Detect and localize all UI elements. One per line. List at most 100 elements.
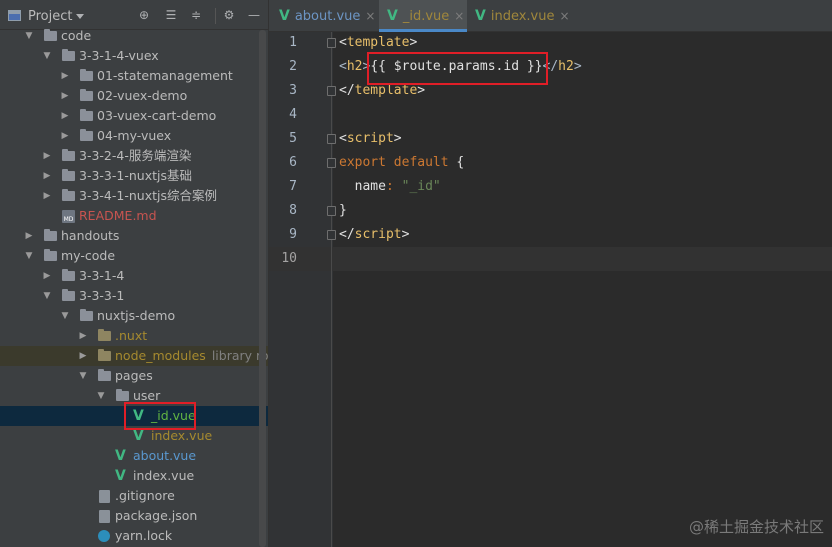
line-number: 2	[289, 59, 297, 74]
watermark: @稀土掘金技术社区	[688, 518, 824, 536]
tree-item-03-vuex-cart-demo[interactable]: ▶ 03-vuex-cart-demo	[0, 106, 268, 126]
highlight-box-code	[367, 52, 548, 85]
tree-item-yarn-lock[interactable]: yarn.lock	[0, 526, 268, 546]
fold-icon[interactable]	[327, 134, 336, 144]
tab-index-vue[interactable]: Vindex.vue ×	[475, 0, 575, 32]
chevron-right-icon[interactable]: ▶	[78, 326, 88, 346]
tree-item-nuxtjs-demo[interactable]: ▼ nuxtjs-demo	[0, 306, 268, 326]
code-line-7[interactable]: name: "_id"	[339, 175, 441, 199]
tree-item-nuxt[interactable]: ▶ .nuxt	[0, 326, 268, 346]
close-icon[interactable]: ×	[454, 9, 464, 23]
tree-item-readme[interactable]: MD README.md	[0, 206, 268, 226]
sidebar-scrollbar[interactable]	[259, 30, 266, 547]
chevron-right-icon[interactable]: ▶	[60, 86, 70, 106]
code-line-8[interactable]: }	[339, 199, 347, 223]
tree-item-label: 03-vuex-cart-demo	[97, 108, 217, 123]
chevron-down-icon[interactable]: ▼	[24, 246, 34, 266]
fold-icon[interactable]	[327, 38, 336, 48]
folder-icon	[62, 49, 75, 61]
close-icon[interactable]: ×	[559, 9, 569, 23]
expand-all-icon[interactable]: ☰	[164, 8, 178, 22]
target-icon[interactable]: ⊕	[137, 8, 151, 22]
tree-item-3-3-3-1-nuxtjs[interactable]: ▶ 3-3-3-1-nuxtjs基础	[0, 166, 268, 186]
gutter-divider	[331, 32, 332, 547]
tree-item-about-vue[interactable]: V about.vue	[0, 446, 268, 466]
chevron-down-icon[interactable]: ▼	[24, 26, 34, 46]
folder-icon	[44, 229, 57, 241]
tree-item-package-json[interactable]: package.json	[0, 506, 268, 526]
vue-file-icon: V	[387, 8, 398, 24]
tree-item-label: 3-3-3-1	[79, 288, 125, 303]
tab-label: about.vue	[294, 9, 361, 24]
tree-item-label: my-code	[61, 248, 116, 263]
chevron-right-icon[interactable]: ▶	[42, 266, 52, 286]
chevron-right-icon[interactable]: ▶	[78, 346, 88, 366]
folder-icon	[80, 109, 93, 121]
code-line-5[interactable]: <script>	[339, 127, 402, 151]
tree-item-handouts[interactable]: ▶ handouts	[0, 226, 268, 246]
tab-id-vue[interactable]: V _id.vue ×	[379, 0, 467, 32]
code-line-9[interactable]: </script>	[339, 223, 409, 247]
fold-icon[interactable]	[327, 230, 336, 240]
tree-item-01-statemanagement[interactable]: ▶ 01-statemanagement	[0, 66, 268, 86]
fold-icon[interactable]	[327, 86, 336, 96]
json-file-icon	[99, 510, 110, 523]
project-view-selector[interactable]: Project	[28, 9, 72, 24]
tree-item-3-3-1-4[interactable]: ▶ 3-3-1-4	[0, 266, 268, 286]
tree-item-label: README.md	[79, 208, 157, 223]
fold-icon[interactable]	[327, 158, 336, 168]
tree-item-02-vuex-demo[interactable]: ▶ 02-vuex-demo	[0, 86, 268, 106]
folder-icon	[98, 349, 111, 361]
header-divider	[215, 8, 216, 24]
folder-icon	[44, 29, 57, 41]
code-line-6[interactable]: export default {	[339, 151, 464, 175]
tree-item-label: node_moduleslibrary roo	[115, 346, 268, 366]
tree-item-label: .nuxt	[115, 328, 148, 343]
tree-item-label: 01-statemanagement	[97, 68, 233, 83]
tree-item-label: 3-3-1-4	[79, 268, 125, 283]
yarn-icon	[98, 530, 110, 542]
chevron-right-icon[interactable]: ▶	[42, 166, 52, 186]
tree-item-node-modules[interactable]: ▶ node_moduleslibrary roo	[0, 346, 268, 366]
chevron-down-icon[interactable]: ▼	[42, 46, 52, 66]
tree-item-gitignore[interactable]: .gitignore	[0, 486, 268, 506]
tab-about-vue[interactable]: Vabout.vue ×	[279, 0, 377, 32]
folder-icon	[62, 169, 75, 181]
tree-item-3-3-1-4-vuex[interactable]: ▼ 3-3-1-4-vuex	[0, 46, 268, 66]
tree-item-pages[interactable]: ▼ pages	[0, 366, 268, 386]
chevron-right-icon[interactable]: ▶	[42, 146, 52, 166]
chevron-right-icon[interactable]: ▶	[24, 226, 34, 246]
chevron-down-icon[interactable]: ▼	[78, 366, 88, 386]
tree-item-label: 02-vuex-demo	[97, 88, 188, 103]
chevron-right-icon[interactable]: ▶	[60, 106, 70, 126]
chevron-right-icon[interactable]: ▶	[60, 126, 70, 146]
chevron-right-icon[interactable]: ▶	[60, 66, 70, 86]
line-number: 8	[289, 203, 297, 218]
tree-item-code[interactable]: ▼ code	[0, 26, 268, 46]
tree-item-index-vue[interactable]: V index.vue	[0, 466, 268, 486]
folder-icon	[80, 309, 93, 321]
fold-icon[interactable]	[327, 206, 336, 216]
tree-item-3-3-3-1[interactable]: ▼ 3-3-3-1	[0, 286, 268, 306]
close-icon[interactable]: ×	[365, 9, 375, 23]
chevron-down-icon[interactable]	[76, 14, 84, 19]
folder-icon	[62, 289, 75, 301]
file-icon	[99, 490, 110, 503]
hide-icon[interactable]: —	[247, 8, 261, 22]
tab-label: index.vue	[490, 9, 555, 24]
line-number: 1	[289, 35, 297, 50]
tree-item-3-3-4-1[interactable]: ▶ 3-3-4-1-nuxtjs综合案例	[0, 186, 268, 206]
collapse-all-icon[interactable]: ≑	[189, 8, 203, 22]
chevron-down-icon[interactable]: ▼	[60, 306, 70, 326]
tree-item-3-3-2-4[interactable]: ▶ 3-3-2-4-服务端渲染	[0, 146, 268, 166]
chevron-down-icon[interactable]: ▼	[42, 286, 52, 306]
chevron-down-icon[interactable]: ▼	[96, 386, 106, 406]
chevron-right-icon[interactable]: ▶	[42, 186, 52, 206]
tree-item-my-code[interactable]: ▼ my-code	[0, 246, 268, 266]
folder-icon	[116, 389, 129, 401]
gear-icon[interactable]: ⚙	[222, 8, 236, 22]
tree-item-04-my-vuex[interactable]: ▶ 04-my-vuex	[0, 126, 268, 146]
project-folder-icon	[8, 10, 21, 21]
folder-icon	[62, 269, 75, 281]
tree-item-label: 3-3-1-4-vuex	[79, 48, 159, 63]
